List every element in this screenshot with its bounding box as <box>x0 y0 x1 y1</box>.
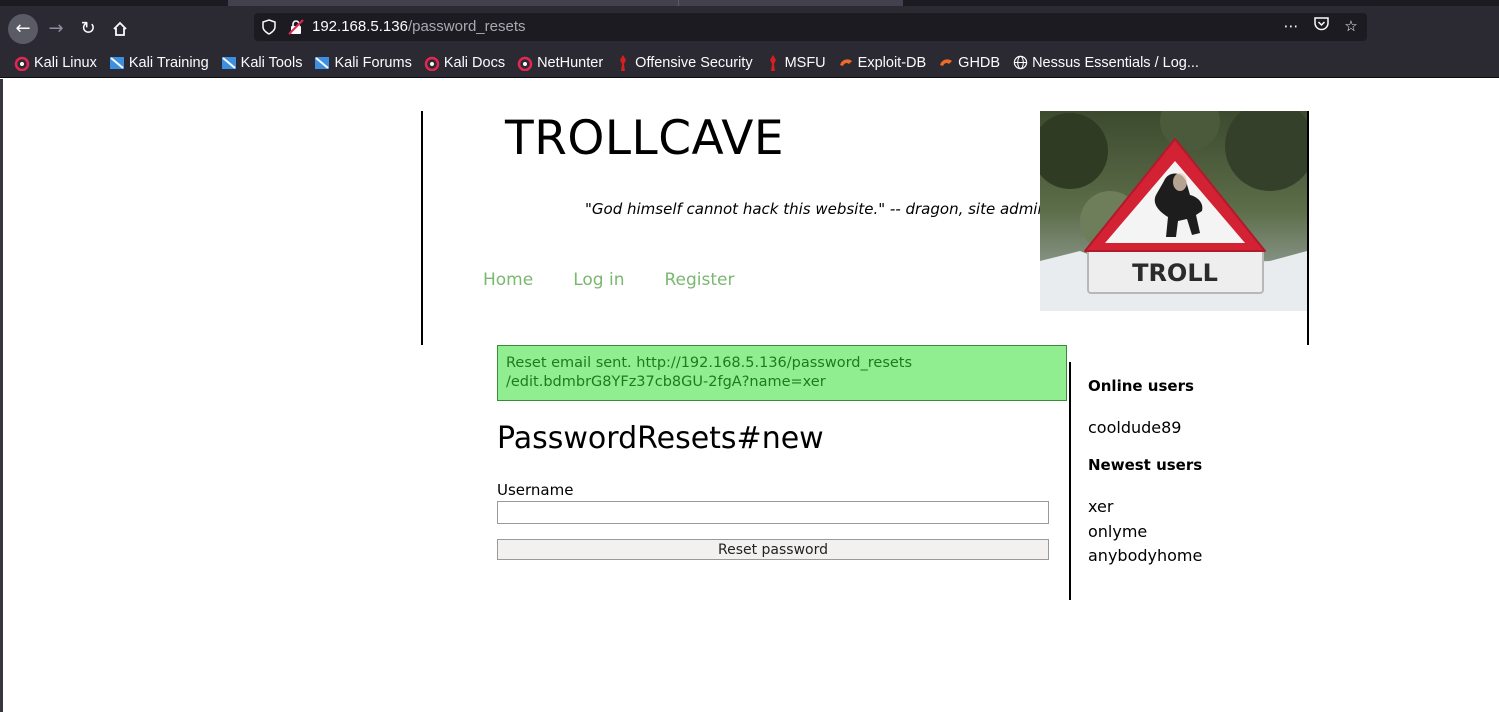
flash-line-1: Reset email sent. http://192.168.5.136/p… <box>506 355 913 371</box>
bookmark-label: Nessus Essentials / Log... <box>1032 54 1199 71</box>
nav-login-link[interactable]: Log in <box>573 270 624 290</box>
site-tagline: "God himself cannot hack this website." … <box>585 200 1047 218</box>
troll-sign-text: TROLL <box>1132 259 1218 287</box>
more-icon[interactable]: ⋯ <box>1283 17 1299 35</box>
bookmark-kali-tools[interactable]: Kali Tools <box>221 54 303 71</box>
page-heading: PasswordResets#new <box>497 421 824 456</box>
bookmark-kali-docs[interactable]: Kali Docs <box>424 55 505 71</box>
bookmark-nessus[interactable]: Nessus Essentials / Log... <box>1012 55 1199 71</box>
insecure-lock-icon[interactable] <box>288 19 304 35</box>
bookmarks-toolbar: Kali Linux Kali Training Kali Tools Kali… <box>0 48 1499 78</box>
newest-user-link[interactable]: onlyme <box>1088 520 1202 545</box>
home-icon <box>113 21 127 36</box>
kali-training-icon <box>109 55 125 71</box>
tracking-shield-icon[interactable] <box>262 19 276 35</box>
newest-users-list: xer onlyme anybodyhome <box>1088 495 1202 569</box>
reload-icon: ↻ <box>80 18 96 39</box>
online-users-heading: Online users <box>1088 377 1194 395</box>
bookmark-exploit-db[interactable]: Exploit-DB <box>838 54 927 71</box>
bookmark-label: Kali Forums <box>334 54 412 71</box>
kali-dragon-icon <box>517 55 533 71</box>
exploitdb-icon <box>838 55 854 71</box>
nav-home-link[interactable]: Home <box>483 270 533 290</box>
bookmark-ghdb[interactable]: GHDB <box>938 55 1000 71</box>
bookmark-kali-training[interactable]: Kali Training <box>109 55 209 71</box>
online-users-list: cooldude89 <box>1088 416 1181 440</box>
online-user-link[interactable]: cooldude89 <box>1088 416 1181 440</box>
site-nav: Home Log in Register <box>483 270 774 290</box>
arrow-left-icon: ← <box>15 18 31 39</box>
flash-line-2: /edit.bdmbrG8YFz37cb8GU-2fgA?name=xer <box>506 374 826 390</box>
bookmark-label: Kali Docs <box>443 54 506 71</box>
sidebar: Online users cooldude89 Newest users xer… <box>1069 362 1299 600</box>
offsec-icon <box>615 54 631 71</box>
url-path: /password_resets <box>407 18 526 35</box>
reset-password-button[interactable]: Reset password <box>497 539 1049 560</box>
bookmark-label: Kali Linux <box>34 54 97 71</box>
newest-user-link[interactable]: xer <box>1088 495 1202 520</box>
pocket-icon[interactable] <box>1313 17 1329 35</box>
username-label: Username <box>497 481 574 499</box>
bookmark-label: MSFU <box>784 54 826 71</box>
bookmark-star-icon[interactable]: ☆ <box>1343 17 1359 35</box>
troll-sign-image: TROLL <box>1040 111 1307 311</box>
kali-tools-icon <box>221 55 237 71</box>
site-title: TROLLCAVE <box>505 111 785 166</box>
url-text[interactable]: 192.168.5.136/password_resets <box>312 18 526 35</box>
newest-users-heading: Newest users <box>1088 456 1203 474</box>
newest-user-link[interactable]: anybodyhome <box>1088 544 1202 569</box>
username-input[interactable] <box>497 501 1049 524</box>
kali-dragon-icon <box>424 55 440 71</box>
bookmark-label: GHDB <box>958 54 1001 71</box>
forward-button[interactable]: → <box>41 14 71 44</box>
url-host: 192.168.5.136 <box>312 18 408 35</box>
bookmark-msfu[interactable]: MSFU <box>765 54 826 71</box>
flash-message: Reset email sent. http://192.168.5.136/p… <box>497 345 1067 401</box>
url-bar[interactable]: 192.168.5.136/password_resets ⋯ ☆ <box>254 13 1367 41</box>
arrow-right-icon: → <box>48 18 64 39</box>
globe-icon <box>1012 55 1028 71</box>
bookmark-kali-linux[interactable]: Kali Linux <box>14 55 97 71</box>
bookmark-label: Kali Tools <box>240 54 303 71</box>
kali-dragon-icon <box>14 55 30 71</box>
bookmark-kali-forums[interactable]: Kali Forums <box>314 54 412 71</box>
bookmark-label: Exploit-DB <box>857 54 927 71</box>
nav-register-link[interactable]: Register <box>664 270 734 290</box>
site-header: TROLLCAVE "God himself cannot hack this … <box>421 111 1309 345</box>
back-button[interactable]: ← <box>8 14 38 44</box>
bookmark-offensive-security[interactable]: Offensive Security <box>615 54 753 71</box>
bookmark-label: NetHunter <box>537 54 604 71</box>
page-viewport: TROLLCAVE "God himself cannot hack this … <box>0 79 1499 712</box>
bookmark-label: Kali Training <box>128 54 209 71</box>
exploitdb-icon <box>938 55 954 71</box>
home-button[interactable] <box>105 14 135 44</box>
offsec-icon <box>765 54 781 71</box>
bookmark-label: Offensive Security <box>635 54 753 71</box>
reload-button[interactable]: ↻ <box>73 14 103 44</box>
url-actions: ⋯ ☆ <box>1283 17 1359 35</box>
kali-forums-icon <box>314 55 330 71</box>
browser-toolbar: ← → ↻ 192.168.5.136/password_resets ⋯ ☆ <box>0 6 1499 48</box>
bookmark-nethunter[interactable]: NetHunter <box>517 55 603 71</box>
